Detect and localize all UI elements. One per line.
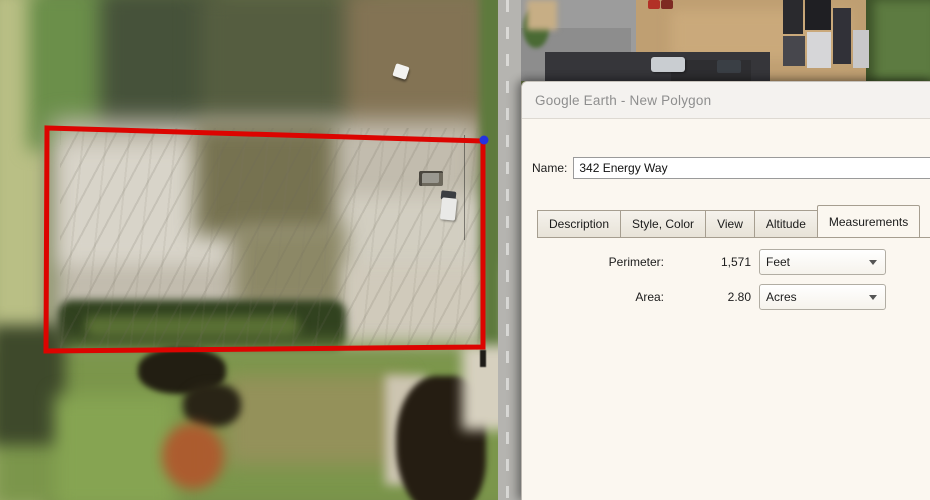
- area-row: Area: 2.80 Acres: [522, 284, 894, 310]
- dialog-titlebar[interactable]: Google Earth - New Polygon: [522, 82, 930, 119]
- van: [651, 57, 685, 72]
- tab-altitude[interactable]: Altitude: [754, 210, 817, 238]
- area-value: 2.80: [664, 284, 751, 310]
- name-label: Name:: [532, 161, 567, 175]
- truck-trailer: [833, 8, 851, 64]
- parking-lot-imagery[interactable]: [521, 0, 930, 81]
- tab-measurements[interactable]: Measurements: [817, 205, 920, 238]
- new-polygon-dialog: Google Earth - New Polygon Name: Descrip…: [521, 81, 930, 500]
- chevron-down-icon: [869, 295, 877, 300]
- red-car: [661, 0, 673, 9]
- pickup-truck: [717, 60, 741, 73]
- perimeter-unit-selected: Feet: [766, 255, 869, 269]
- area-unit-dropdown[interactable]: Acres: [759, 284, 886, 310]
- tab-label: Style, Color: [632, 217, 694, 231]
- dialog-title: Google Earth - New Polygon: [535, 93, 711, 108]
- name-row: Name:: [532, 157, 930, 179]
- measurement-polygon[interactable]: [46, 128, 483, 351]
- perimeter-value: 1,571: [664, 249, 751, 275]
- tab-style-color[interactable]: Style, Color: [620, 210, 705, 238]
- truck-trailer: [783, 36, 805, 66]
- dialog-body: Name: Description Style, Color View Alti…: [522, 119, 930, 500]
- polygon-overlay: [0, 0, 521, 500]
- area-unit-selected: Acres: [766, 290, 869, 304]
- area-label: Area:: [522, 284, 664, 310]
- truck-trailer: [783, 0, 803, 34]
- red-car: [648, 0, 660, 9]
- tab-description[interactable]: Description: [537, 210, 620, 238]
- tab-bar: Description Style, Color View Altitude M…: [537, 205, 920, 238]
- tab-label: Altitude: [766, 217, 806, 231]
- perimeter-unit-dropdown[interactable]: Feet: [759, 249, 886, 275]
- truck-trailer: [807, 32, 831, 68]
- truck-trailer: [853, 30, 869, 68]
- name-input[interactable]: [573, 157, 930, 179]
- chevron-down-icon: [869, 260, 877, 265]
- sand-blob: [527, 0, 557, 30]
- polygon-vertex-handle[interactable]: [480, 136, 489, 145]
- tab-label: Description: [549, 217, 609, 231]
- tab-label: Measurements: [829, 215, 908, 229]
- perimeter-row: Perimeter: 1,571 Feet: [522, 249, 894, 275]
- perimeter-label: Perimeter:: [522, 249, 664, 275]
- tab-view[interactable]: View: [705, 210, 754, 238]
- tab-label: View: [717, 217, 743, 231]
- screen: Google Earth - New Polygon Name: Descrip…: [0, 0, 930, 500]
- truck-trailer: [805, 0, 831, 30]
- grass-strip: [866, 0, 930, 81]
